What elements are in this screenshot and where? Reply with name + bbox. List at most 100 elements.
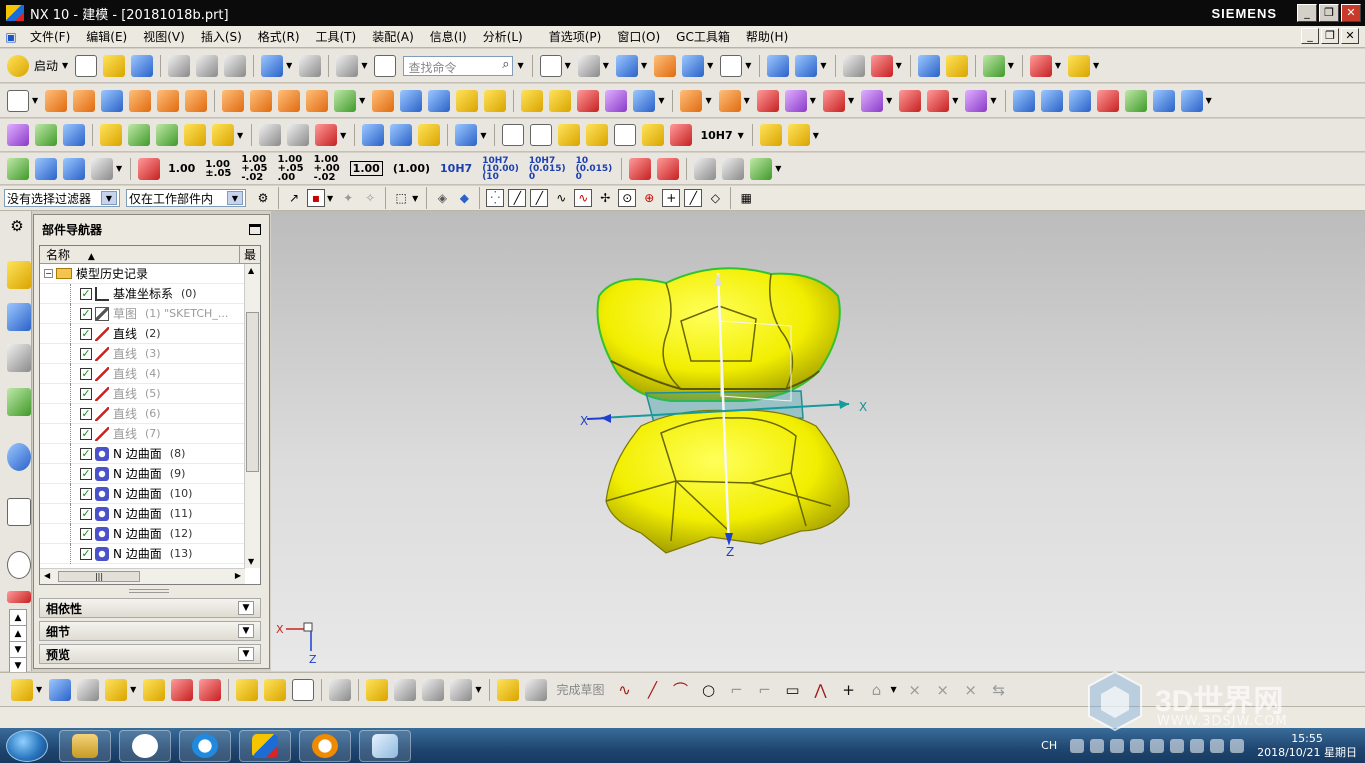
radius-icon[interactable] — [629, 157, 652, 180]
combine-icon[interactable] — [334, 89, 357, 112]
taskbar-baidu[interactable] — [119, 729, 171, 762]
tree-row[interactable]: ✓ 直线 (7) — [40, 424, 260, 444]
snap-quadrant-icon[interactable]: ⊕ — [640, 189, 658, 207]
offset-region-icon[interactable] — [822, 89, 845, 112]
unite-icon[interactable] — [306, 89, 329, 112]
cut-icon[interactable] — [168, 54, 191, 77]
snap-midpoint-icon[interactable]: ╱ — [530, 189, 549, 207]
scroll-right-arrow-icon[interactable]: ▶ — [235, 571, 241, 580]
chamfer-icon[interactable] — [549, 89, 572, 112]
layer-icon[interactable] — [35, 124, 57, 146]
quick-extend-icon[interactable]: ⨯ — [933, 680, 953, 700]
visibility-checkbox[interactable]: ✓ — [80, 547, 92, 560]
tree-row[interactable]: ✓ 直线 (2) — [40, 324, 260, 344]
diameter-icon[interactable] — [694, 157, 717, 180]
pattern-face-icon[interactable] — [250, 89, 273, 112]
column-name[interactable]: 名称 ▲ — [40, 246, 240, 263]
graphics-viewport[interactable]: X X Z X Z — [271, 211, 1365, 671]
ruler-icon[interactable] — [1068, 54, 1091, 77]
make-corner-icon[interactable]: ⨯ — [961, 680, 981, 700]
cylinder-icon[interactable] — [129, 89, 152, 112]
details-panel[interactable]: 细节 ▼ — [39, 621, 261, 641]
menu-gc-toolbox[interactable]: GC工具箱 — [668, 28, 738, 45]
resize-face-icon[interactable] — [784, 89, 807, 112]
draft-icon[interactable] — [577, 89, 600, 112]
link-icon[interactable] — [366, 678, 389, 701]
tree-row[interactable]: ✓ N 边曲面 (13) — [40, 544, 260, 564]
part-navigator-icon[interactable] — [7, 344, 31, 372]
pattern-feature-icon[interactable] — [222, 89, 245, 112]
measure-angle-icon[interactable] — [945, 54, 968, 77]
tag-icon[interactable] — [100, 124, 122, 146]
grid-snap-icon[interactable] — [558, 124, 581, 146]
background-icon[interactable] — [720, 54, 743, 77]
sketch-arc-icon[interactable]: ⌒ — [670, 680, 690, 700]
promote-body-icon[interactable] — [184, 124, 206, 146]
help-tray-icon[interactable] — [1090, 738, 1105, 753]
snap-control-icon[interactable]: ∿ — [552, 189, 570, 207]
menu-view[interactable]: 视图(V) — [135, 28, 193, 45]
wave-geometry-icon[interactable] — [212, 124, 234, 146]
grid-icon[interactable] — [1029, 54, 1052, 77]
copy-face-icon[interactable] — [861, 89, 884, 112]
tree-row[interactable]: ✓ N 边曲面 (8) — [40, 444, 260, 464]
tolerance-10h7-dropdown[interactable]: 10H7 — [700, 129, 732, 142]
scroll-thumb[interactable] — [246, 312, 259, 472]
add-component-icon[interactable] — [49, 678, 72, 701]
keyboard-icon[interactable] — [1070, 738, 1085, 753]
move-component-icon[interactable] — [767, 54, 790, 77]
harness-icon[interactable] — [422, 678, 445, 701]
swept-icon[interactable] — [1068, 89, 1091, 112]
model-history-node[interactable]: − 模型历史记录 — [40, 264, 260, 284]
snap-center-icon[interactable]: ✢ — [596, 189, 614, 207]
chevron-down-icon[interactable]: ▼ — [238, 601, 254, 615]
point-set-icon[interactable] — [7, 124, 29, 146]
taskbar-nx[interactable] — [239, 729, 291, 762]
snap-existing-icon[interactable]: + — [662, 189, 681, 207]
assembly-constraint-icon[interactable] — [11, 678, 33, 701]
visibility-checkbox[interactable]: ✓ — [80, 527, 92, 540]
edit-section-icon[interactable] — [654, 54, 677, 77]
doc-close-button[interactable]: ✕ — [1341, 28, 1359, 44]
info-icon[interactable] — [374, 54, 397, 77]
doc-minimize-button[interactable]: _ — [1301, 28, 1319, 44]
search-icon[interactable]: ⌕ — [502, 57, 509, 72]
hole-icon[interactable] — [157, 89, 180, 112]
reuse-library-icon[interactable] — [7, 388, 31, 416]
brush-icon[interactable] — [642, 124, 665, 146]
menu-info[interactable]: 信息(I) — [422, 28, 475, 45]
clone-icon[interactable] — [292, 678, 315, 701]
menu-analysis[interactable]: 分析(L) — [475, 28, 531, 45]
tree-row[interactable]: ✓ 直线 (6) — [40, 404, 260, 424]
dependencies-panel[interactable]: 相依性 ▼ — [39, 598, 261, 618]
split-body-icon[interactable] — [400, 89, 423, 112]
explode-icon[interactable] — [199, 678, 222, 701]
sketch-circle-icon[interactable]: ○ — [698, 680, 718, 700]
snap-endpoint-icon[interactable]: ╱ — [508, 189, 527, 207]
tree-row[interactable]: ✓ N 边曲面 (10) — [40, 484, 260, 504]
face-blend-icon[interactable] — [605, 89, 628, 112]
sketch-polygon-icon[interactable]: ⋀ — [810, 680, 830, 700]
new-component-icon[interactable] — [77, 678, 100, 701]
taskbar-cad[interactable] — [299, 729, 351, 762]
assembly-icon[interactable] — [759, 124, 782, 146]
wave-linker-icon[interactable] — [128, 124, 150, 146]
reference-set-icon[interactable] — [264, 678, 287, 701]
menu-file[interactable]: 文件(F) — [22, 28, 78, 45]
snap-on-curve-icon[interactable]: ╱ — [684, 189, 703, 207]
usb-icon[interactable] — [1110, 738, 1125, 753]
visibility-checkbox[interactable]: ✓ — [80, 387, 92, 400]
network-icon[interactable] — [1210, 738, 1225, 753]
menu-help[interactable]: 帮助(H) — [738, 28, 796, 45]
menu-preferences[interactable]: 首选项(P) — [541, 28, 610, 45]
note-icon[interactable] — [614, 124, 637, 146]
offset-face-icon[interactable] — [484, 89, 507, 112]
product-interface-icon[interactable] — [450, 678, 473, 701]
chevron-down-icon[interactable]: ▼ — [238, 624, 254, 638]
orient-view-icon[interactable] — [615, 54, 638, 77]
arc-icon[interactable] — [287, 124, 310, 146]
mirror-assembly-icon[interactable] — [143, 678, 166, 701]
block-icon[interactable] — [101, 89, 124, 112]
menu-insert[interactable]: 插入(S) — [193, 28, 250, 45]
hd3d-tools-icon[interactable] — [7, 443, 31, 471]
